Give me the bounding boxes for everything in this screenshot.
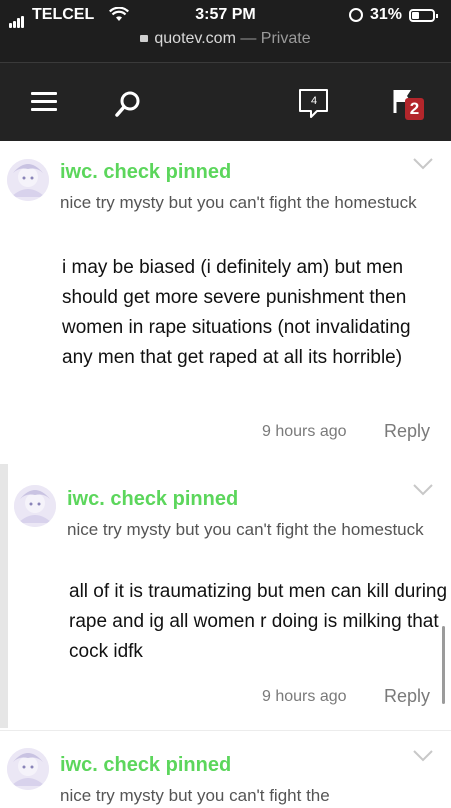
address-bar[interactable]: quotev.com — Private [0, 30, 451, 48]
search-icon[interactable] [114, 90, 142, 118]
url-text: quotev.com [154, 30, 236, 47]
comment-subtitle: nice try mysty but you can't fight the h… [67, 520, 424, 539]
menu-icon[interactable] [31, 92, 57, 112]
notification-badge: 2 [405, 98, 424, 120]
comment: iwc. check pinned nice try mysty but you… [0, 465, 451, 730]
comment-author[interactable]: iwc. check pinned [60, 754, 231, 777]
battery-icon [409, 9, 438, 22]
status-bar: TELCEL 3:57 PM 31% quotev.com — Private [0, 0, 451, 62]
lock-icon [140, 35, 149, 42]
private-label: — Private [240, 30, 311, 47]
reply-button[interactable]: Reply [384, 421, 430, 442]
comment: iwc. check pinned nice try mysty but you… [0, 730, 451, 805]
messages-button[interactable]: 4 [297, 87, 329, 119]
scrollbar[interactable] [442, 626, 445, 704]
comment-author[interactable]: iwc. check pinned [67, 488, 238, 511]
avatar[interactable] [7, 159, 49, 201]
chevron-down-icon[interactable] [412, 749, 434, 763]
site-navbar: 4 2 [0, 62, 451, 141]
chevron-down-icon[interactable] [412, 157, 434, 171]
comment-timestamp: 9 hours ago [262, 688, 347, 705]
avatar[interactable] [14, 485, 56, 527]
avatar[interactable] [7, 748, 49, 790]
comment-timestamp: 9 hours ago [262, 423, 347, 440]
comment-subtitle: nice try mysty but you can't fight the [60, 786, 330, 805]
reply-button[interactable]: Reply [384, 686, 430, 707]
comment-subtitle: nice try mysty but you can't fight the h… [60, 193, 417, 212]
comment: iwc. check pinned nice try mysty but you… [0, 140, 451, 465]
comment-body: i may be biased (i definitely am) but me… [62, 257, 411, 368]
battery-percent: 31% [370, 6, 403, 23]
comment-body: all of it is traumatizing but men can ki… [69, 581, 448, 662]
messages-count: 4 [310, 95, 318, 107]
comment-author[interactable]: iwc. check pinned [60, 161, 231, 184]
rotation-lock-icon [349, 8, 363, 22]
notifications-button[interactable]: 2 [392, 88, 432, 124]
chevron-down-icon[interactable] [412, 483, 434, 497]
